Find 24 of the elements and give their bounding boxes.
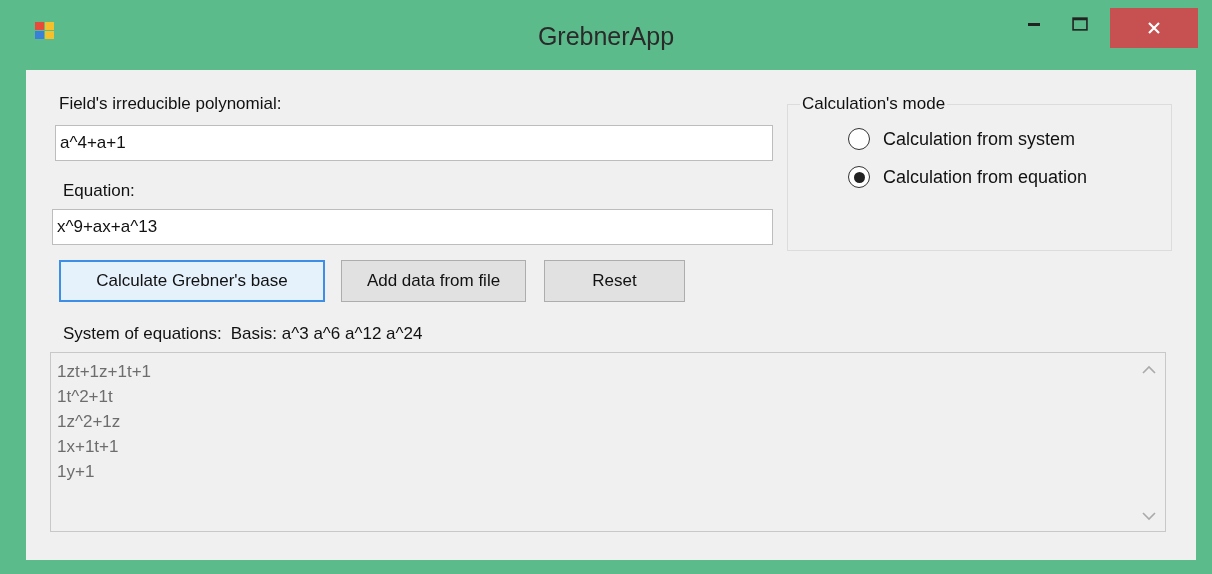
minimize-icon [1028, 22, 1040, 26]
field-label: Equation: [63, 181, 136, 201]
output-line: 1z^2+1z [57, 411, 122, 433]
field-label: Field's irreducible polynomial: [59, 94, 283, 114]
basis-label: Basis: a^3 a^6 a^12 a^24 [230, 324, 423, 344]
output-line: 1t^2+1t [57, 386, 114, 408]
group-title: Calculation's mode [801, 94, 947, 114]
system-label: System of equations: [63, 324, 222, 344]
output-line: 1x+1t+1 [57, 436, 120, 458]
output-line: 1y+1 [57, 461, 96, 483]
close-icon [1148, 22, 1160, 34]
window-title: GrebnerApp [537, 22, 675, 51]
output-line: 1zt+1z+1t+1 [57, 361, 153, 383]
radio-button[interactable] [848, 166, 870, 188]
radio-label[interactable]: Calculation from system [883, 128, 1076, 150]
input-field[interactable]: a^4+a+1 [55, 125, 773, 161]
radio-label[interactable]: Calculation from equation [883, 166, 1088, 188]
maximize-icon [1072, 17, 1088, 31]
app-icon [34, 21, 56, 41]
action-button[interactable]: Calculate Grebner's base [59, 260, 325, 302]
action-button[interactable]: Add data from file [341, 260, 526, 302]
input-field[interactable]: x^9+ax+a^13 [52, 209, 773, 245]
radio-button[interactable] [848, 128, 870, 150]
action-button[interactable]: Reset [544, 260, 685, 302]
